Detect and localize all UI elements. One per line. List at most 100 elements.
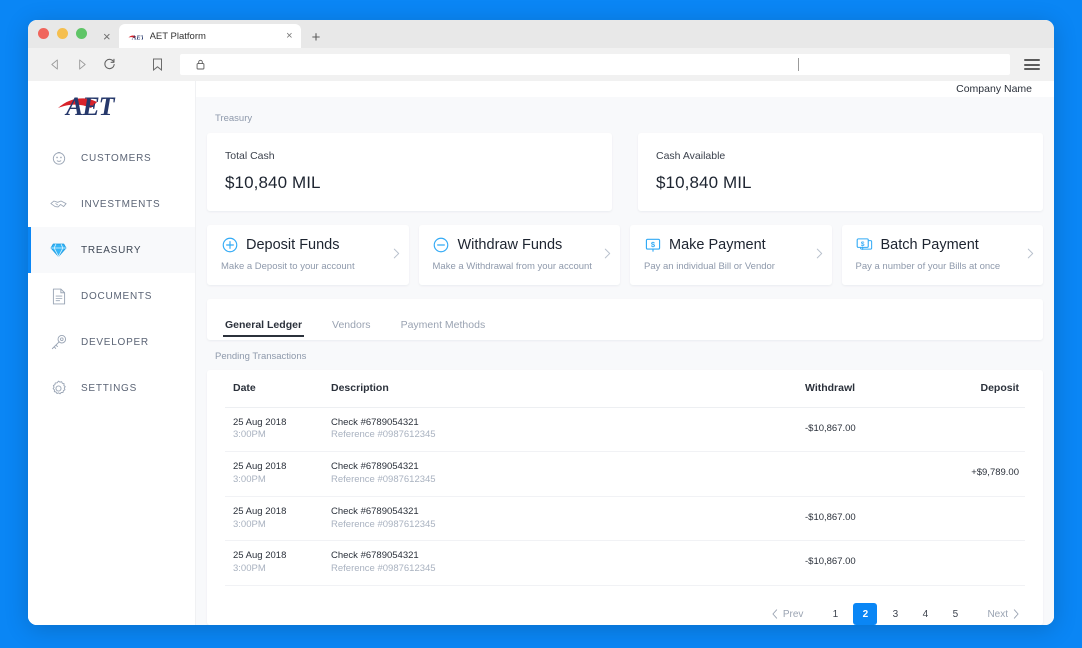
cell-deposit — [925, 496, 1025, 542]
chevron-right-icon — [1013, 609, 1019, 619]
tab-close-icon[interactable]: × — [286, 30, 292, 42]
cell-withdrawal: -$10,867.00 — [805, 407, 925, 453]
sidebar-item-customers[interactable]: CUSTOMERS — [28, 135, 195, 181]
row-reference: Reference #0987612345 — [331, 563, 436, 575]
action-title: Deposit Funds — [246, 237, 340, 253]
column-header-date[interactable]: Date — [225, 369, 331, 408]
cell-description: Check #6789054321 Reference #0987612345 — [331, 540, 805, 586]
svg-text:$: $ — [860, 241, 864, 248]
table-row[interactable]: 25 Aug 2018 3:00PM Check #6789054321 Ref… — [225, 451, 1025, 497]
bookmark-icon[interactable] — [152, 58, 163, 71]
pagination-page-1[interactable]: 1 — [823, 603, 847, 625]
chevron-right-icon — [604, 248, 611, 262]
cell-description: Check #6789054321 Reference #0987612345 — [331, 451, 805, 497]
tab-general-ledger[interactable]: General Ledger — [222, 319, 305, 340]
diamond-icon — [50, 242, 67, 259]
action-card-make-payment[interactable]: $ Make Payment Pay an individual Bill or… — [630, 224, 832, 285]
action-title: Withdraw Funds — [457, 237, 563, 253]
window-controls — [38, 20, 87, 48]
minimize-window-button[interactable] — [57, 27, 68, 39]
sidebar-item-investments[interactable]: INVESTMENTS — [28, 181, 195, 227]
pagination-prev-label: Prev — [782, 608, 804, 620]
pagination-prev[interactable]: Prev — [768, 603, 808, 625]
row-time: 3:00PM — [233, 473, 266, 485]
browser-tab-title: AET Platform — [149, 30, 206, 42]
sidebar-item-label: TREASURY — [81, 244, 142, 256]
table-label: Pending Transactions — [215, 350, 307, 362]
pagination-page-2[interactable]: 2 — [853, 603, 878, 625]
tab-vendors[interactable]: Vendors — [332, 319, 371, 340]
action-subtitle: Pay an individual Bill or Vendor — [644, 260, 775, 272]
person-circle-icon — [50, 150, 67, 167]
sidebar-item-label: DOCUMENTS — [81, 290, 153, 302]
row-date: 25 Aug 2018 — [233, 416, 287, 428]
sidebar-item-documents[interactable]: DOCUMENTS — [28, 273, 195, 319]
action-card-deposit-funds[interactable]: Deposit Funds Make a Deposit to your acc… — [207, 224, 409, 285]
pagination-page-4[interactable]: 4 — [913, 603, 937, 625]
sidebar-item-developer[interactable]: DEVELOPER — [28, 319, 195, 365]
cell-deposit — [925, 540, 1025, 586]
action-card-row: Deposit Funds Make a Deposit to your acc… — [207, 224, 1043, 285]
payment-bill-icon: $ — [644, 237, 661, 254]
document-icon — [50, 288, 67, 305]
pagination-page-3[interactable]: 3 — [883, 603, 907, 625]
plus-circle-icon — [221, 237, 238, 254]
cell-description: Check #6789054321 Reference #0987612345 — [331, 407, 805, 453]
column-header-deposit[interactable]: Deposit — [925, 369, 1025, 408]
column-header-withdrawal[interactable]: Withdrawl — [805, 369, 925, 408]
table-row[interactable]: 25 Aug 2018 3:00PM Check #6789054321 Ref… — [225, 496, 1025, 542]
action-title: Batch Payment — [880, 237, 979, 253]
cell-date: 25 Aug 2018 3:00PM — [225, 540, 331, 586]
gear-icon — [50, 380, 67, 397]
svg-text:AET: AET — [131, 34, 143, 41]
table-row[interactable]: 25 Aug 2018 3:00PM Check #6789054321 Ref… — [225, 407, 1025, 453]
pagination-next[interactable]: Next — [983, 603, 1023, 625]
app-logo[interactable]: AET — [28, 81, 195, 129]
action-subtitle: Make a Deposit to your account — [221, 260, 355, 272]
browser-tab[interactable]: AET AET Platform × — [118, 24, 301, 48]
sidebar-item-label: CUSTOMERS — [81, 152, 152, 164]
svg-text:$: $ — [650, 240, 655, 249]
row-description: Check #6789054321 — [331, 416, 419, 428]
close-window-button[interactable] — [38, 27, 49, 39]
new-tab-button[interactable]: + — [312, 30, 321, 48]
table-body: 25 Aug 2018 3:00PM Check #6789054321 Ref… — [225, 407, 1025, 586]
app-container: AET CUSTOMERS INVESTMENTS TREASURY DOCUM… — [28, 81, 1054, 625]
row-reference: Reference #0987612345 — [331, 473, 436, 485]
action-title: Make Payment — [669, 237, 766, 253]
cell-withdrawal: -$10,867.00 — [805, 496, 925, 542]
row-time: 3:00PM — [233, 563, 266, 575]
app-header: Company Name — [196, 81, 1054, 97]
browser-toolbar — [28, 48, 1054, 81]
tab-payment-methods[interactable]: Payment Methods — [401, 319, 486, 340]
strip-close-icon[interactable]: × — [103, 30, 111, 48]
column-header-description[interactable]: Description — [331, 369, 805, 408]
action-card-batch-payment[interactable]: $ Batch Payment Pay a number of your Bil… — [841, 224, 1043, 285]
browser-window: × AET AET Platform × + — [28, 20, 1054, 625]
back-arrow-icon[interactable] — [42, 52, 68, 78]
reload-icon[interactable] — [96, 52, 122, 78]
row-description: Check #6789054321 — [331, 505, 419, 517]
pagination-page-5[interactable]: 5 — [943, 603, 967, 625]
section-label: Treasury — [215, 112, 253, 124]
table-header-row: Date Description Withdrawl Deposit — [225, 369, 1025, 408]
hamburger-menu-icon[interactable] — [1024, 59, 1040, 70]
table-header: Date Description Withdrawl Deposit — [225, 369, 1025, 408]
action-subtitle: Make a Withdrawal from your account — [432, 260, 592, 272]
row-reference: Reference #0987612345 — [331, 518, 436, 530]
maximize-window-button[interactable] — [76, 27, 87, 39]
action-head: Withdraw Funds — [433, 237, 607, 254]
action-card-withdraw-funds[interactable]: Withdraw Funds Make a Withdrawal from yo… — [418, 224, 620, 285]
table-row[interactable]: 25 Aug 2018 3:00PM Check #6789054321 Ref… — [225, 540, 1025, 586]
action-head: $ Make Payment — [644, 237, 818, 254]
address-bar[interactable] — [180, 54, 1010, 75]
action-head: Deposit Funds — [221, 237, 395, 254]
sidebar-item-settings[interactable]: SETTINGS — [28, 365, 195, 411]
kpi-title: Total Cash — [225, 149, 275, 162]
pagination-next-label: Next — [987, 608, 1008, 620]
sidebar-item-treasury[interactable]: TREASURY — [28, 227, 195, 273]
kpi-value: $10,840 MIL — [656, 172, 752, 192]
forward-arrow-icon[interactable] — [68, 52, 94, 78]
browser-tab-strip: × AET AET Platform × + — [28, 20, 1054, 48]
aet-logo-icon: AET — [128, 31, 143, 41]
